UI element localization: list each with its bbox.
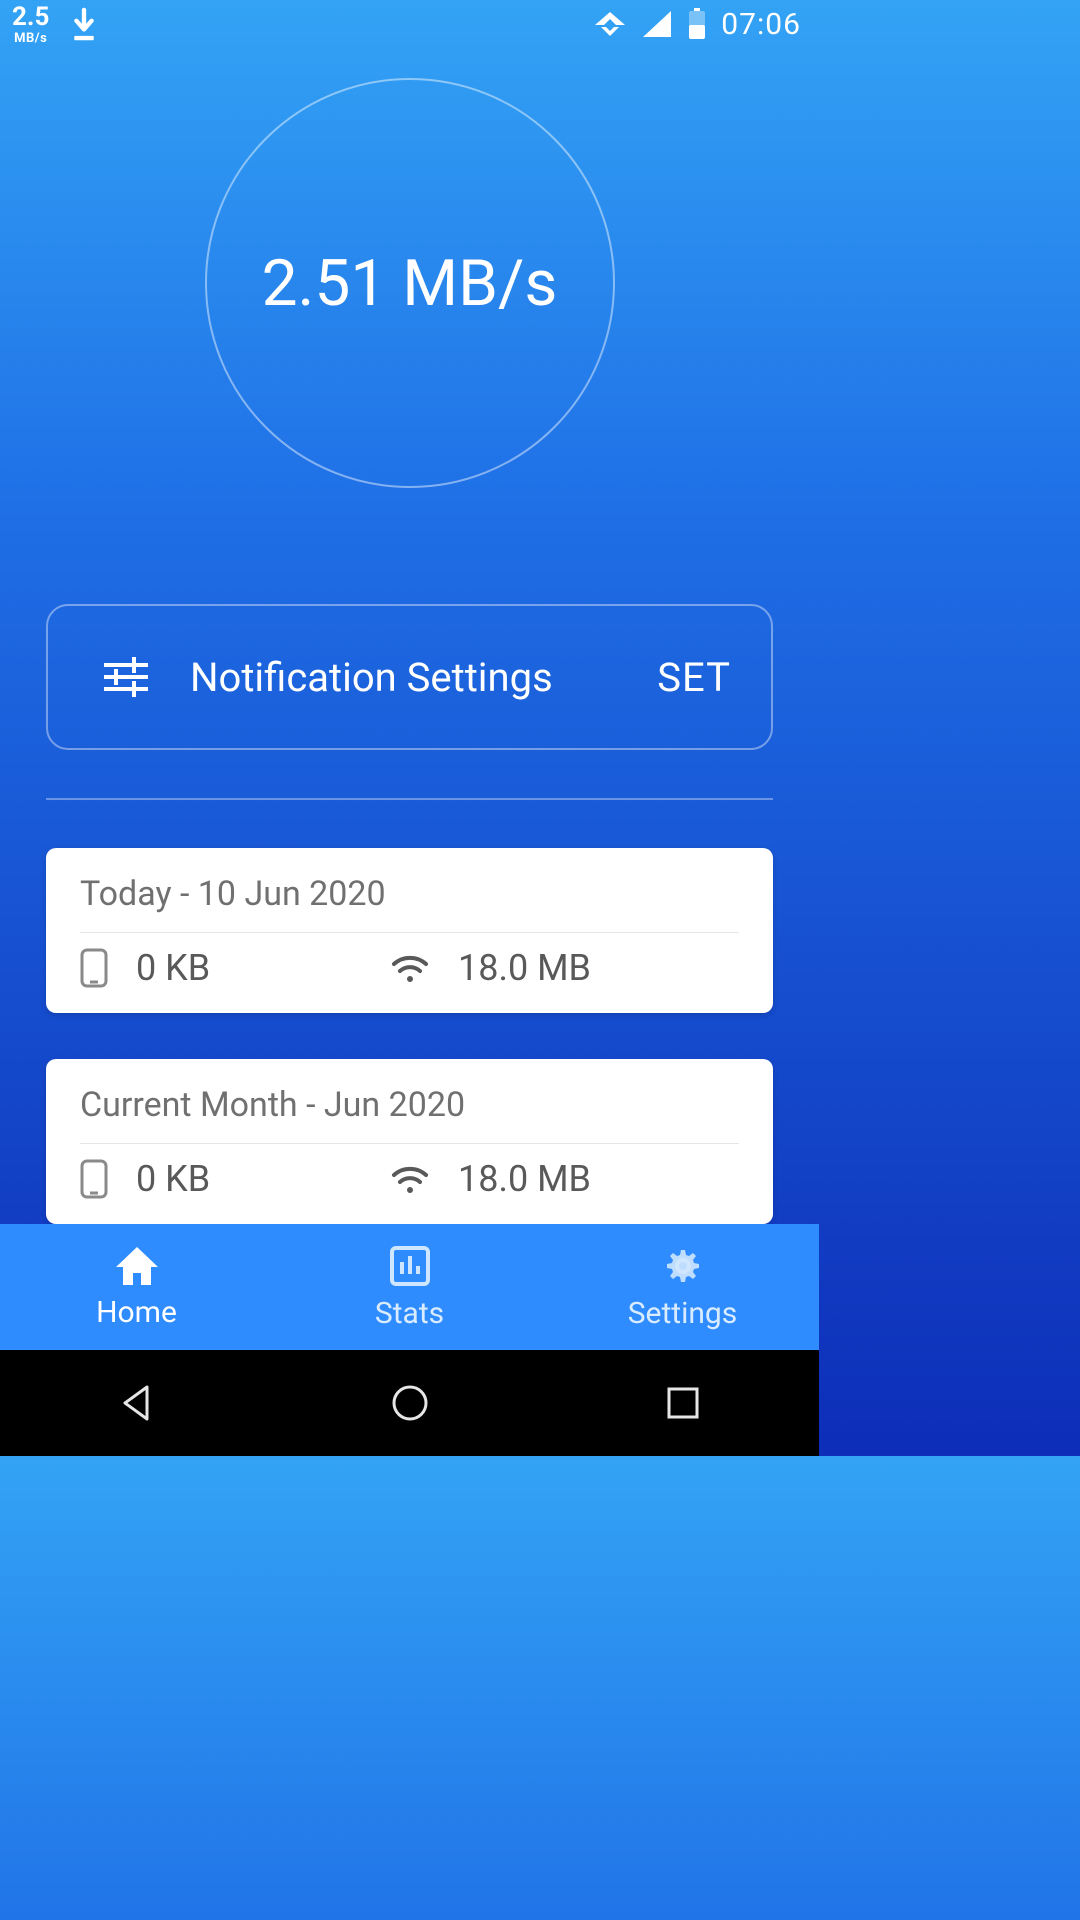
mobile-usage: 0 KB: [80, 1158, 390, 1200]
wifi-usage: 18.0 MB: [390, 947, 591, 989]
gear-icon: [661, 1244, 705, 1288]
section-divider: [46, 798, 773, 800]
status-speed-unit: MB/s: [14, 32, 47, 45]
usage-card-month[interactable]: Current Month - Jun 2020 0 KB: [46, 1059, 773, 1224]
status-speed-value: 2.5: [12, 4, 49, 30]
current-speed-text: 2.51 MB/s: [262, 246, 558, 321]
wifi-usage-value: 18.0 MB: [458, 947, 591, 989]
nav-home-button[interactable]: [386, 1379, 434, 1427]
android-status-bar: 2.5 MB/s 07:06: [0, 0, 819, 48]
status-bar-left: 2.5 MB/s: [12, 4, 97, 45]
wifi-icon: [390, 952, 430, 984]
notification-settings-label: Notification Settings: [190, 654, 553, 701]
usage-row: 0 KB 18.0 MB: [80, 947, 739, 989]
usage-row: 0 KB 18.0 MB: [80, 1158, 739, 1200]
tab-label: Settings: [628, 1296, 738, 1331]
mobile-usage-value: 0 KB: [136, 947, 210, 989]
phone-icon: [80, 1159, 108, 1199]
tab-label: Home: [96, 1295, 177, 1330]
android-nav-bar: [0, 1350, 819, 1456]
mobile-usage: 0 KB: [80, 947, 390, 989]
tab-settings[interactable]: Settings: [546, 1224, 819, 1350]
status-bar-right: 07:06: [593, 7, 801, 42]
mobile-usage-value: 0 KB: [136, 1158, 210, 1200]
nav-recent-button[interactable]: [659, 1379, 707, 1427]
current-speed-circle: 2.51 MB/s: [205, 78, 615, 488]
cell-signal-icon: [641, 9, 673, 39]
phone-icon: [80, 948, 108, 988]
card-divider: [80, 1143, 739, 1144]
wifi-icon: [390, 1163, 430, 1195]
wifi-activity-icon: [593, 9, 627, 39]
home-icon: [114, 1245, 160, 1287]
battery-icon: [687, 8, 707, 40]
stats-icon: [388, 1244, 432, 1288]
usage-card-today[interactable]: Today - 10 Jun 2020 0 KB: [46, 848, 773, 1013]
wifi-usage: 18.0 MB: [390, 1158, 591, 1200]
tab-home[interactable]: Home: [0, 1224, 273, 1350]
wifi-usage-value: 18.0 MB: [458, 1158, 591, 1200]
notification-set-button[interactable]: SET: [657, 654, 731, 701]
sliders-icon: [104, 657, 148, 697]
usage-card-title: Today - 10 Jun 2020: [80, 874, 739, 914]
nav-back-button[interactable]: [113, 1379, 161, 1427]
bottom-tab-bar: Home Stats Settings: [0, 1224, 819, 1350]
tab-stats[interactable]: Stats: [273, 1224, 546, 1350]
status-speed-indicator: 2.5 MB/s: [12, 4, 49, 45]
card-divider: [80, 932, 739, 933]
main-content: 2.51 MB/s Notification Settings SET Toda…: [0, 48, 819, 1224]
notification-settings-card[interactable]: Notification Settings SET: [46, 604, 773, 750]
status-clock: 07:06: [721, 7, 801, 42]
tab-label: Stats: [375, 1296, 444, 1331]
download-icon: [71, 7, 97, 41]
usage-card-title: Current Month - Jun 2020: [80, 1085, 739, 1125]
